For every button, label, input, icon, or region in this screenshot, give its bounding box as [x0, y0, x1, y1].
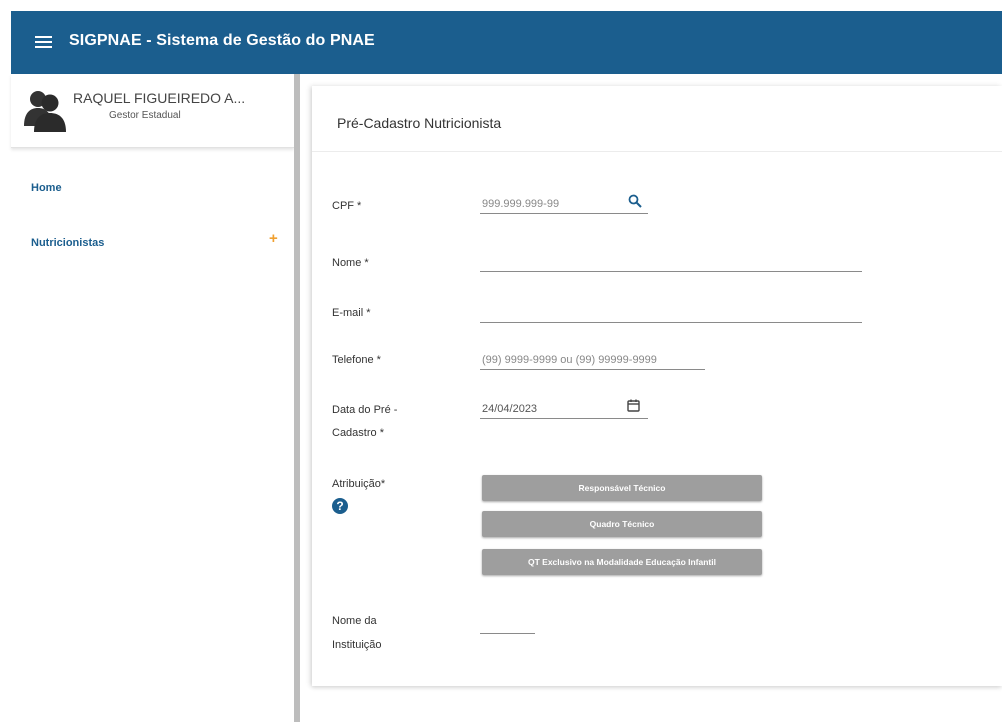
app-header: SIGPNAE - Sistema de Gestão do PNAE [11, 11, 1002, 74]
cpf-label: CPF * [332, 200, 362, 212]
nome-input[interactable] [480, 253, 862, 271]
sidebar-item-home[interactable]: Home [31, 182, 62, 194]
quadro-tecnico-button[interactable]: Quadro Técnico [482, 511, 762, 537]
expand-plus-icon[interactable]: + [269, 230, 278, 247]
telefone-label: Telefone * [332, 354, 381, 366]
nome-field [480, 252, 862, 272]
user-avatar-icon [24, 91, 66, 132]
data-input[interactable] [480, 400, 648, 418]
user-name: RAQUEL FIGUEIREDO A... [73, 90, 246, 106]
email-field [480, 303, 862, 323]
instituicao-label-line2: Instituição [332, 639, 382, 651]
cpf-input[interactable] [480, 195, 648, 213]
app-title: SIGPNAE - Sistema de Gestão do PNAE [69, 32, 375, 49]
email-label: E-mail * [332, 307, 371, 319]
responsavel-tecnico-button[interactable]: Responsável Técnico [482, 475, 762, 501]
data-label-line1: Data do Pré - [332, 404, 398, 416]
page: SIGPNAE - Sistema de Gestão do PNAE RAQU… [0, 0, 1002, 722]
user-panel: RAQUEL FIGUEIREDO A... Gestor Estadual [11, 74, 294, 148]
nome-label: Nome * [332, 257, 369, 269]
atribuicao-label: Atribuição* [332, 478, 386, 490]
email-input[interactable] [480, 304, 862, 322]
page-title: Pré-Cadastro Nutricionista [337, 115, 502, 131]
telefone-input[interactable] [480, 351, 705, 369]
sidebar-divider [294, 74, 300, 722]
qt-exclusivo-button[interactable]: QT Exclusivo na Modalidade Educação Infa… [482, 549, 762, 575]
sidebar-item-nutricionistas[interactable]: Nutricionistas [31, 237, 104, 249]
user-role: Gestor Estadual [109, 110, 181, 121]
sidebar: RAQUEL FIGUEIREDO A... Gestor Estadual H… [11, 74, 294, 722]
telefone-field [480, 350, 705, 370]
cpf-field [480, 194, 648, 214]
data-field [480, 399, 648, 419]
search-icon[interactable] [628, 194, 642, 208]
instituicao-input[interactable] [480, 615, 535, 633]
data-label-line2: Cadastro * [332, 427, 384, 439]
form-card: Pré-Cadastro Nutricionista CPF * Nome * … [312, 86, 1002, 686]
card-header: Pré-Cadastro Nutricionista [312, 86, 1002, 152]
hamburger-menu-icon[interactable] [35, 36, 52, 49]
instituicao-label-line1: Nome da [332, 615, 377, 627]
instituicao-field [480, 614, 535, 634]
calendar-icon[interactable] [627, 399, 640, 412]
help-question-icon[interactable]: ? [332, 498, 348, 514]
